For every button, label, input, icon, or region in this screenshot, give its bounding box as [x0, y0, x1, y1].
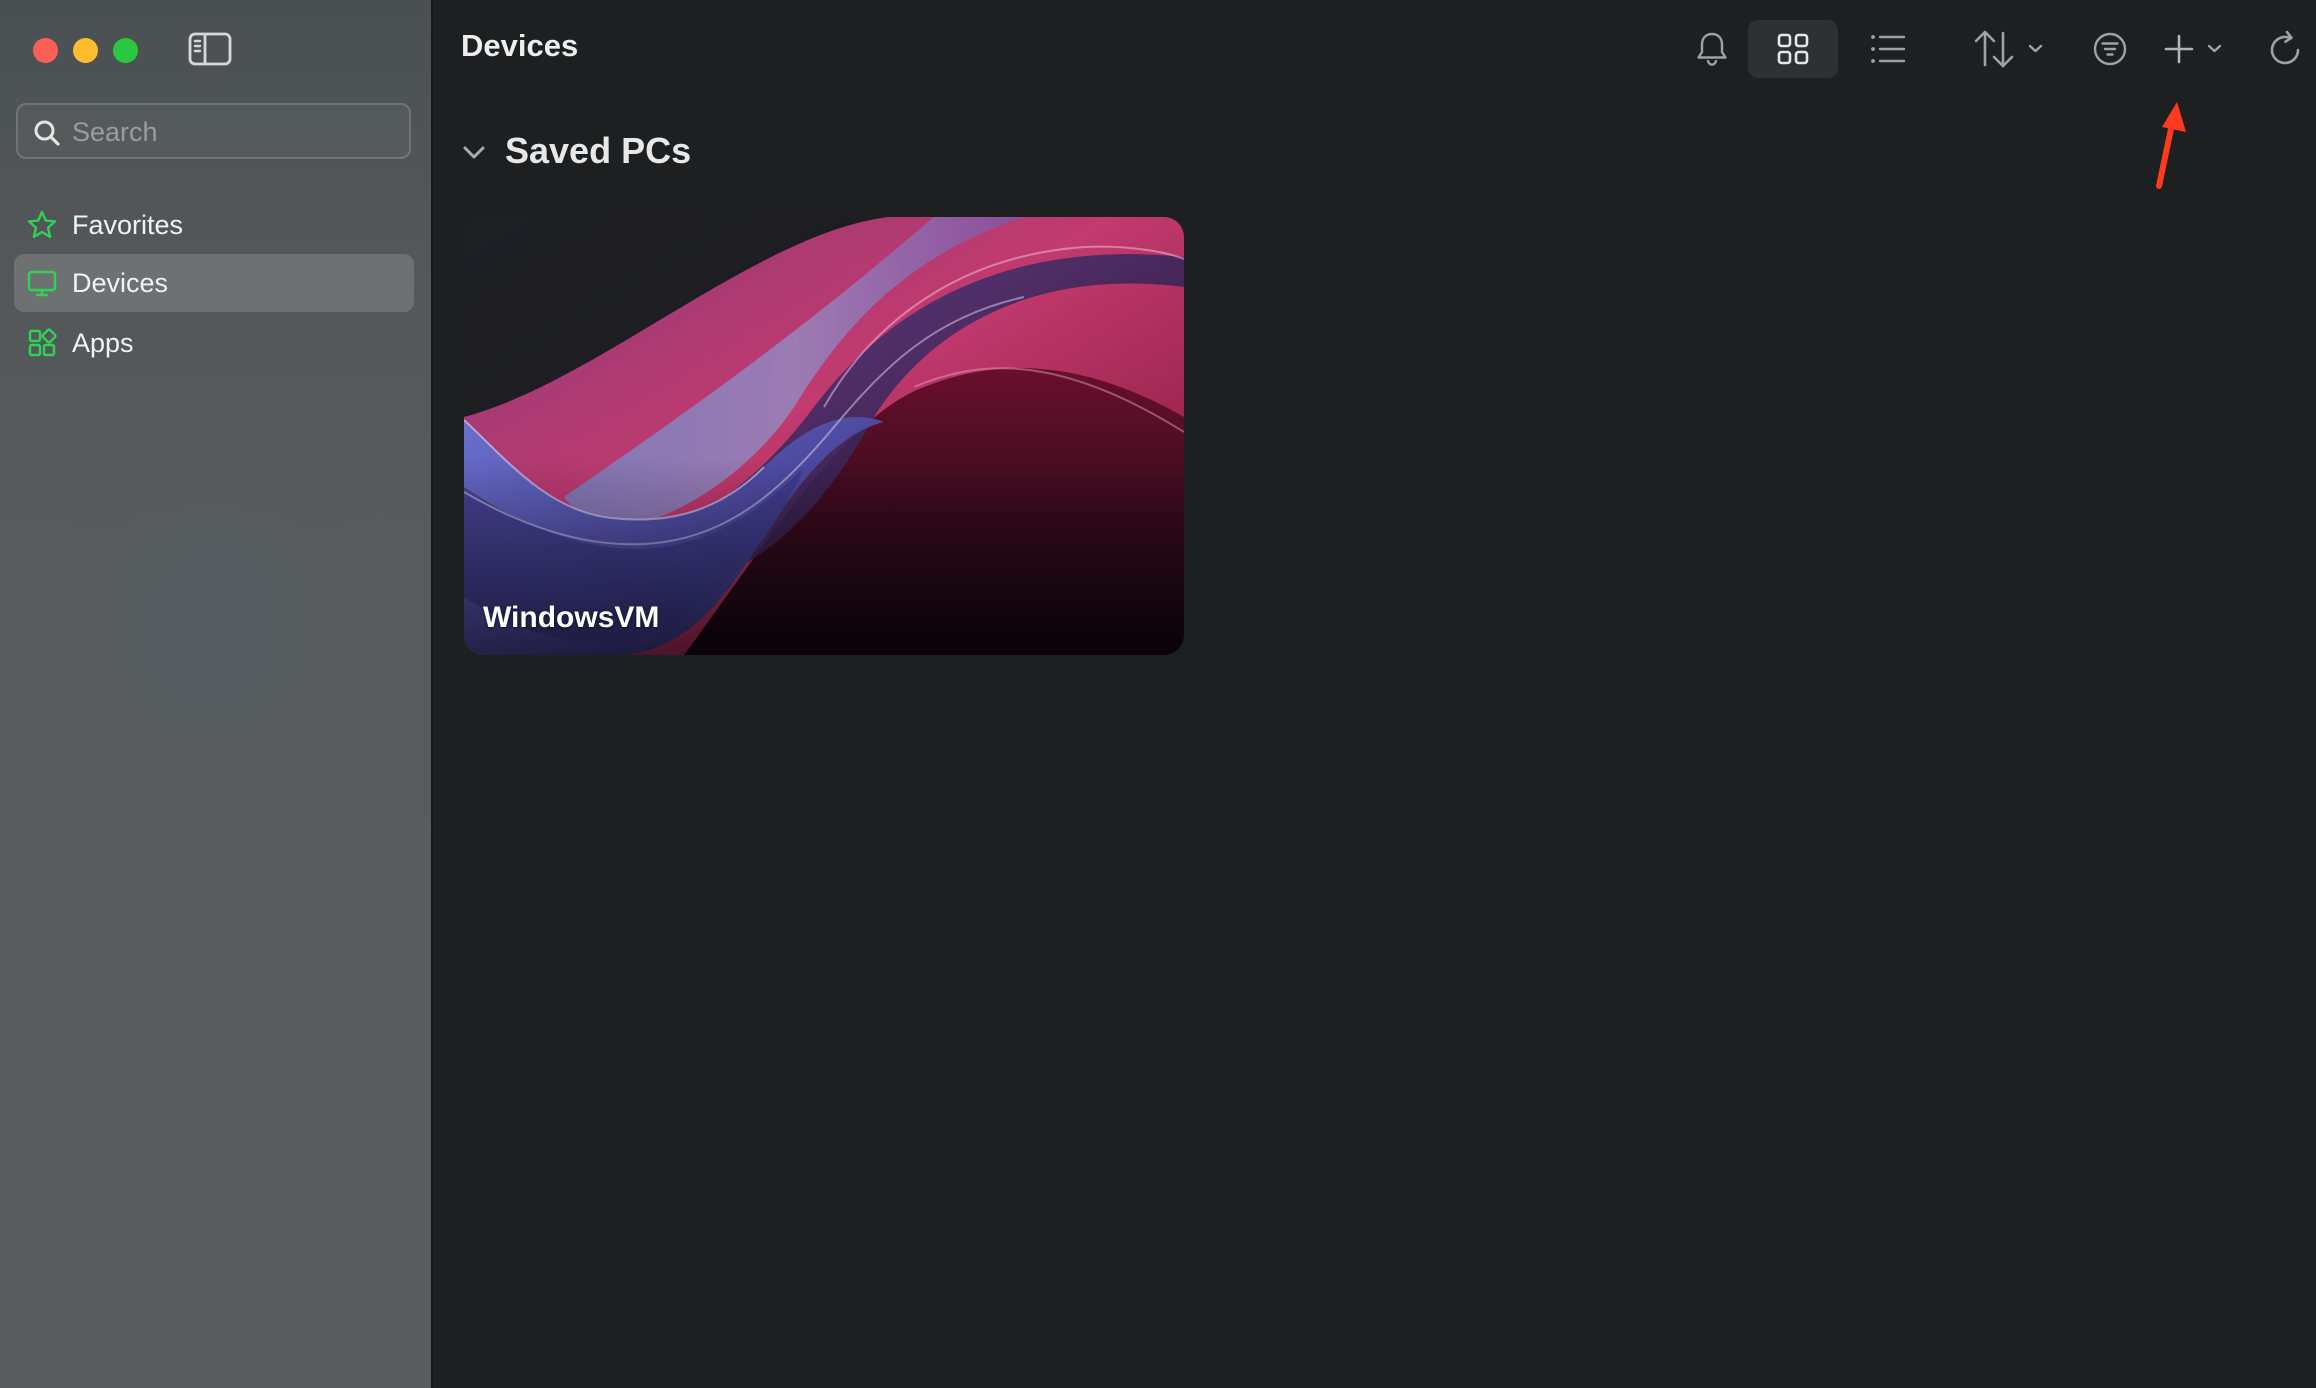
sidebar-item-label: Apps [72, 328, 134, 358]
toolbar: Devices [435, 0, 2316, 98]
refresh-icon [2260, 20, 2310, 78]
sort-menu-button[interactable] [1955, 20, 2067, 78]
sidebar-item-apps[interactable]: Apps [14, 314, 414, 372]
sidebar-item-favorites[interactable]: Favorites [14, 196, 414, 254]
filter-button[interactable] [2075, 20, 2145, 78]
sidebar: Favorites Devices Apps [0, 0, 433, 1388]
search-field[interactable] [16, 103, 411, 159]
sidebar-toggle-icon[interactable] [188, 32, 232, 66]
device-thumbnail [464, 217, 1184, 655]
sort-icon [1955, 20, 2067, 78]
list-view-icon [1851, 20, 1925, 78]
add-menu-button[interactable] [2155, 20, 2255, 78]
main-content: Devices Saved PCs WindowsVM [435, 0, 2316, 1388]
monitor-icon [26, 267, 58, 299]
sidebar-item-label: Devices [72, 268, 169, 298]
sidebar-item-label: Favorites [72, 210, 184, 240]
sidebar-background-blur [40, 440, 380, 820]
star-icon [26, 209, 58, 241]
apps-grid-icon [26, 327, 58, 359]
close-window-button[interactable] [33, 38, 58, 63]
minimize-window-button[interactable] [73, 38, 98, 63]
notifications-button[interactable] [1683, 20, 1741, 78]
search-input[interactable] [70, 105, 404, 159]
refresh-button[interactable] [2260, 20, 2310, 78]
device-card[interactable]: WindowsVM [464, 217, 1184, 655]
device-name: WindowsVM [483, 601, 660, 634]
list-view-button[interactable] [1851, 20, 1925, 78]
search-icon [32, 118, 62, 148]
grid-view-button[interactable] [1748, 20, 1838, 78]
app-window: Favorites Devices Apps [0, 0, 2316, 1388]
grid-view-icon [1748, 20, 1838, 78]
annotation-arrow-icon [2150, 100, 2190, 192]
sidebar-item-devices[interactable]: Devices [14, 254, 414, 312]
zoom-window-button[interactable] [113, 38, 138, 63]
bell-icon [1683, 20, 1741, 78]
section-title: Saved PCs [505, 130, 692, 171]
page-title: Devices [461, 28, 579, 63]
filter-icon [2075, 20, 2145, 78]
chevron-down-icon[interactable] [461, 140, 487, 166]
add-icon [2155, 20, 2255, 78]
